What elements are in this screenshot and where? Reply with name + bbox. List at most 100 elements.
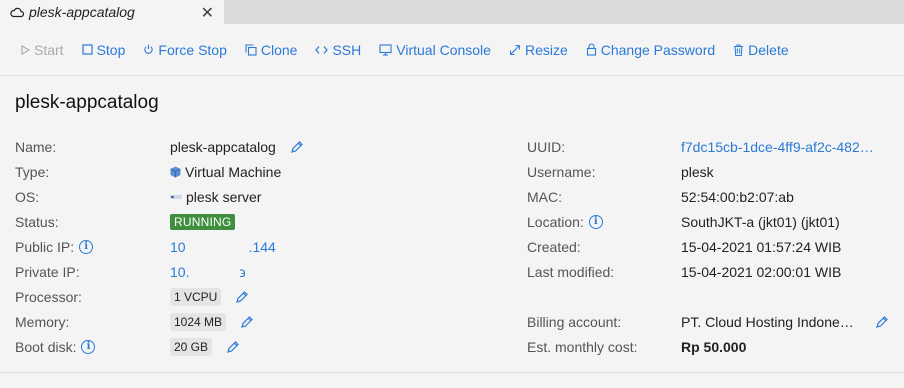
close-icon[interactable]: ✕ <box>201 3 214 23</box>
username-value: plesk <box>681 163 714 180</box>
uuid-row: UUID: f7dc15cb-1dce-4ff9-af2c-482… <box>527 134 874 159</box>
name-row: Name: plesk-appcatalog <box>15 134 304 159</box>
clone-button[interactable]: Clone <box>245 41 298 58</box>
public-ip-label: Public IP: <box>15 238 75 255</box>
processor-chip: 1 VCPU <box>170 287 222 306</box>
type-value-wrap: Virtual Machine <box>170 164 281 180</box>
modified-value: 15-04-2021 02:00:01 WIB <box>681 263 842 280</box>
public-ip-value-b[interactable]: .144 <box>249 239 276 255</box>
processor-label: Processor: <box>15 288 82 305</box>
edit-boot-disk-pencil-icon[interactable] <box>226 340 240 354</box>
location-value: SouthJKT-a (jkt01) (jkt01) <box>681 213 840 230</box>
cloud-icon <box>10 6 24 18</box>
resize-label: Resize <box>524 41 568 58</box>
start-label: Start <box>34 41 64 58</box>
info-icon[interactable]: i <box>79 239 94 254</box>
tab-bar: plesk-appcatalog ✕ <box>0 0 904 24</box>
start-button[interactable]: Start <box>20 42 64 58</box>
created-label: Created: <box>527 238 581 255</box>
trash-icon <box>733 44 744 56</box>
status-row: Status: RUNNING <box>15 209 236 234</box>
stop-label: Stop <box>96 41 126 58</box>
boot-disk-chip: 20 GB <box>170 337 213 356</box>
created-row: Created: 15-04-2021 01:57:24 WIB <box>527 234 841 259</box>
os-value-wrap: plesk server <box>170 189 261 205</box>
force-stop-label: Force Stop <box>158 41 227 58</box>
edit-name-pencil-icon[interactable] <box>290 140 304 154</box>
billing-value: PT. Cloud Hosting Indone… <box>681 313 854 330</box>
type-row: Type: Virtual Machine <box>15 159 281 184</box>
toolbar: Start Stop Force Stop Clone SSH Virtual … <box>0 24 904 76</box>
modified-label: Last modified: <box>527 263 615 280</box>
location-row: Location: i SouthJKT-a (jkt01) (jkt01) <box>527 209 840 234</box>
clone-label: Clone <box>260 41 298 58</box>
os-row: OS: plesk server <box>15 184 261 209</box>
delete-button[interactable]: Delete <box>733 41 789 58</box>
info-icon[interactable]: i <box>588 214 603 229</box>
code-icon <box>315 45 329 55</box>
boot-disk-row: Boot disk: i 20 GB <box>15 334 240 359</box>
cube-icon <box>170 166 181 178</box>
location-label-wrap: Location: i <box>527 214 681 230</box>
mac-value: 52:54:00:b2:07:ab <box>681 188 794 205</box>
plesk-logo-icon <box>170 193 182 201</box>
monitor-icon <box>379 43 392 56</box>
edit-memory-pencil-icon[interactable] <box>240 315 254 329</box>
force-stop-button[interactable]: Force Stop <box>143 41 227 58</box>
tab-plesk-appcatalog[interactable]: plesk-appcatalog ✕ <box>0 0 224 24</box>
status-label: Status: <box>15 213 59 230</box>
public-ip-row: Public IP: i 10 .144 <box>15 234 276 259</box>
billing-row: Billing account: PT. Cloud Hosting Indon… <box>527 309 889 334</box>
cost-label: Est. monthly cost: <box>527 338 638 355</box>
mac-label: MAC: <box>527 188 562 205</box>
tab-label: plesk-appcatalog <box>29 4 135 20</box>
boot-disk-label-wrap: Boot disk: i <box>15 339 170 355</box>
change-password-label: Change Password <box>600 41 716 58</box>
boot-disk-label: Boot disk: <box>15 338 77 355</box>
resize-icon <box>509 44 521 56</box>
modified-row: Last modified: 15-04-2021 02:00:01 WIB <box>527 259 841 284</box>
memory-row: Memory: 1024 MB <box>15 309 254 334</box>
status-badge: RUNNING <box>170 213 236 230</box>
ssh-label: SSH <box>332 41 362 58</box>
private-ip-value-a[interactable]: 10. <box>170 264 189 280</box>
edit-processor-pencil-icon[interactable] <box>235 290 249 304</box>
cost-value: Rp 50.000 <box>681 338 747 355</box>
username-row: Username: plesk <box>527 159 714 184</box>
public-ip-label-wrap: Public IP: i <box>15 239 170 255</box>
virtual-console-label: Virtual Console <box>396 41 491 58</box>
play-icon <box>20 44 30 55</box>
power-icon <box>143 44 154 55</box>
clone-icon <box>245 43 257 56</box>
billing-label: Billing account: <box>527 313 622 330</box>
private-ip-row: Private IP: 10. ϶ <box>15 259 246 284</box>
info-icon[interactable]: i <box>81 339 96 354</box>
name-value: plesk-appcatalog <box>170 138 276 155</box>
private-ip-label: Private IP: <box>15 263 80 280</box>
ssh-button[interactable]: SSH <box>315 42 361 58</box>
uuid-value[interactable]: f7dc15cb-1dce-4ff9-af2c-482… <box>681 139 874 155</box>
os-label: OS: <box>15 188 40 205</box>
uuid-label: UUID: <box>527 138 566 155</box>
os-value: plesk server <box>186 188 262 205</box>
change-password-button[interactable]: Change Password <box>586 42 715 58</box>
name-label: Name: <box>15 138 57 155</box>
username-label: Username: <box>527 163 596 180</box>
private-ip-value-b[interactable]: ϶ <box>239 264 245 280</box>
stop-button[interactable]: Stop <box>81 41 126 58</box>
delete-label: Delete <box>748 41 789 58</box>
page-title: plesk-appcatalog <box>15 92 159 113</box>
created-value: 15-04-2021 01:57:24 WIB <box>681 238 842 255</box>
public-ip-value-a[interactable]: 10 <box>170 239 186 255</box>
virtual-console-button[interactable]: Virtual Console <box>379 42 491 58</box>
location-label: Location: <box>527 213 584 230</box>
mac-row: MAC: 52:54:00:b2:07:ab <box>527 184 794 209</box>
edit-billing-pencil-icon[interactable] <box>875 315 889 329</box>
resize-button[interactable]: Resize <box>509 42 568 58</box>
processor-row: Processor: 1 VCPU <box>15 284 249 309</box>
cost-row: Est. monthly cost: Rp 50.000 <box>527 334 746 359</box>
stop-icon <box>81 44 93 55</box>
type-value: Virtual Machine <box>185 163 282 180</box>
memory-chip: 1024 MB <box>170 312 227 331</box>
type-label: Type: <box>15 163 50 180</box>
